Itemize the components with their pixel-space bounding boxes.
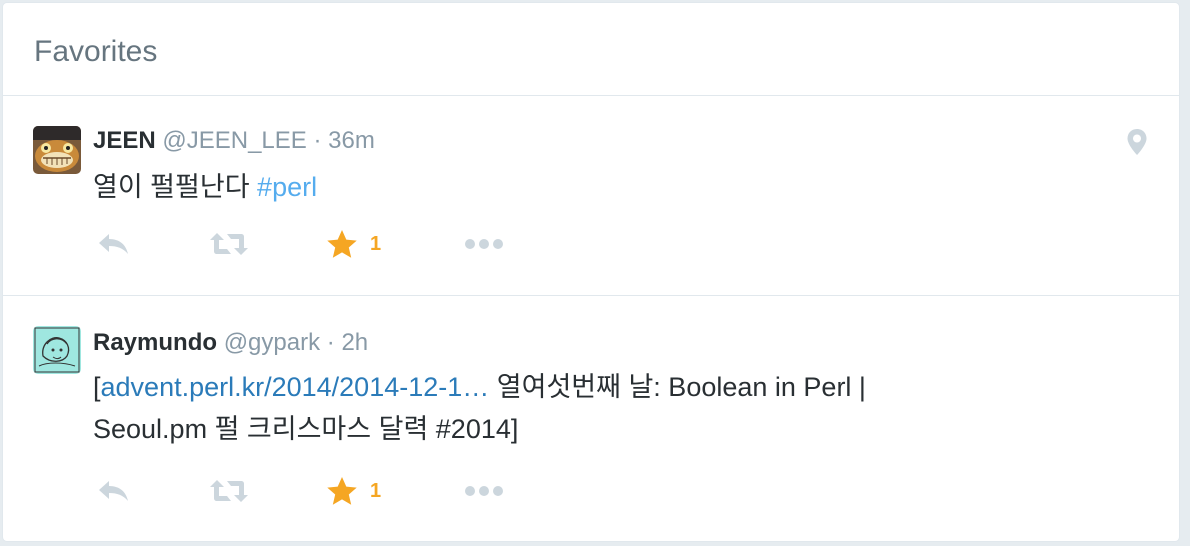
timestamp[interactable]: 2h xyxy=(341,329,368,356)
avatar[interactable] xyxy=(33,326,81,374)
favorite-count: 1 xyxy=(370,232,382,255)
reply-icon xyxy=(99,481,128,501)
retweet-button[interactable] xyxy=(209,229,249,259)
favorites-panel: Favorites JEEN @JEEN_LEE · 36m 열이 펄펄난다 #… xyxy=(2,2,1180,542)
favorite-icon xyxy=(327,477,357,505)
reply-icon xyxy=(99,234,128,254)
tweet-header: JEEN @JEEN_LEE · 36m xyxy=(93,127,375,155)
tweet-text-line2: Seoul.pm 펄 크리스마스 달력 #2014] xyxy=(93,414,519,444)
separator: · xyxy=(326,329,335,356)
retweet-icon xyxy=(210,480,248,502)
screenname[interactable]: @JEEN_LEE xyxy=(162,127,306,154)
reply-button[interactable] xyxy=(97,229,131,259)
avatar[interactable] xyxy=(33,126,81,174)
tweet-text-body: 열여섯번째 날: Boolean in Perl | xyxy=(489,372,866,402)
favorite-button[interactable]: 1 xyxy=(326,229,381,259)
retweet-icon xyxy=(210,233,248,255)
more-button[interactable] xyxy=(464,229,504,259)
more-icon xyxy=(465,486,503,496)
fullname[interactable]: JEEN xyxy=(93,127,156,154)
tweet[interactable]: Raymundo @gypark · 2h [advent.perl.kr/20… xyxy=(3,296,1179,546)
timestamp[interactable]: 36m xyxy=(328,127,375,154)
retweet-button[interactable] xyxy=(209,476,249,506)
tweet-text-body: 열이 펄펄난다 xyxy=(93,172,258,202)
tweet-text: 열이 펄펄난다 #perl xyxy=(93,166,1093,208)
tweet[interactable]: JEEN @JEEN_LEE · 36m 열이 펄펄난다 #perl 1 xyxy=(3,96,1179,296)
favorite-count: 1 xyxy=(370,479,382,502)
favorite-button[interactable]: 1 xyxy=(326,476,381,506)
url-link[interactable]: advent.perl.kr/2014/2014-12-1… xyxy=(101,372,490,402)
more-icon xyxy=(465,239,503,249)
tweet-text: [advent.perl.kr/2014/2014-12-1… 열여섯번째 날:… xyxy=(93,366,1093,450)
panel-title: Favorites xyxy=(34,35,158,68)
hashtag-link[interactable]: #perl xyxy=(257,172,317,202)
screenname[interactable]: @gypark xyxy=(224,329,320,356)
separator: · xyxy=(313,127,322,154)
more-button[interactable] xyxy=(464,476,504,506)
geo-pin-icon[interactable] xyxy=(1126,128,1148,156)
reply-button[interactable] xyxy=(97,476,131,506)
fullname[interactable]: Raymundo xyxy=(93,329,217,356)
tweet-text-open: [ xyxy=(93,372,101,402)
favorite-icon xyxy=(327,230,357,258)
tweet-header: Raymundo @gypark · 2h xyxy=(93,329,368,357)
panel-header: Favorites xyxy=(3,3,1179,96)
